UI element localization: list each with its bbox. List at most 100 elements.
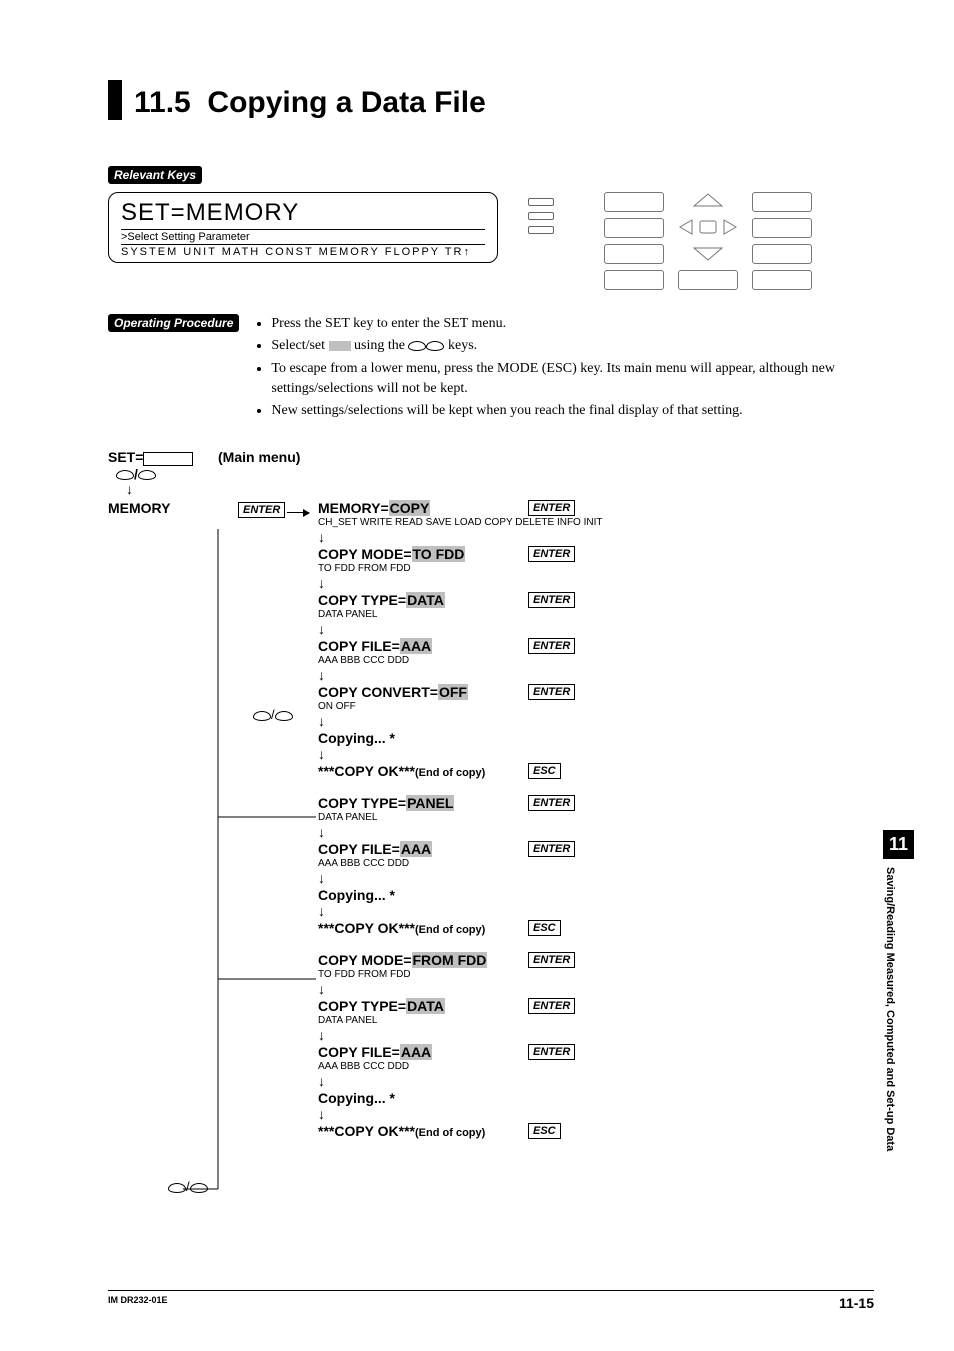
flow-step-options: CH_SET WRITE READ SAVE LOAD COPY DELETE …: [318, 517, 874, 529]
flow-step-main: Copying... *: [318, 887, 874, 903]
flow-step: COPY FILE=AAAAAA BBB CCC DDDENTER ↓: [318, 638, 874, 682]
down-arrow-icon: ↓: [318, 871, 874, 885]
up-down-keys-icon: /: [253, 707, 293, 722]
flow-step: ***COPY OK***(End of copy)ESC: [318, 920, 874, 936]
up-down-keys-icon: /: [168, 1179, 208, 1194]
highlight-chip-icon: [329, 341, 351, 351]
flow-step: ***COPY OK***(End of copy)ESC: [318, 1123, 874, 1139]
esc-key-icon: ESC: [528, 920, 561, 936]
flow-step-options: ON OFF: [318, 701, 874, 713]
flow-step-main: COPY FILE=AAA: [318, 1044, 874, 1060]
bullet-item: To escape from a lower menu, press the M…: [271, 359, 874, 400]
flow-step: COPY TYPE=PANELDATA PANELENTER ↓: [318, 795, 874, 839]
flow-step-options: AAA BBB CCC DDD: [318, 1061, 874, 1073]
down-arrow-icon: ↓: [318, 576, 874, 590]
flow-step-main: ***COPY OK***(End of copy): [318, 1123, 874, 1139]
flow-step-main: COPY TYPE=DATA: [318, 998, 874, 1014]
enter-key-icon: ENTER: [528, 638, 575, 654]
chapter-number: 11: [883, 830, 914, 859]
section-title-bar: 11.5 Copying a Data File: [108, 80, 874, 120]
down-arrow-icon: ↓: [318, 1028, 874, 1042]
enter-key-icon: ENTER: [528, 841, 575, 857]
flow-step-options: DATA PANEL: [318, 1015, 874, 1027]
enter-key-icon: ENTER: [528, 795, 575, 811]
softkey-icon: [528, 226, 554, 234]
bullet-text: using the: [354, 338, 408, 353]
section-number: 11.5: [134, 86, 191, 119]
footer-left: IM DR232-01E: [108, 1295, 168, 1311]
flow-step-options: DATA PANEL: [318, 609, 874, 621]
key-icon: [752, 244, 812, 264]
flow-step-options: AAA BBB CCC DDD: [318, 655, 874, 667]
operating-procedure-label: Operating Procedure: [108, 314, 239, 332]
chapter-side-tab: 11 Saving/Reading Measured, Computed and…: [883, 830, 914, 1151]
procedure-bullets: Press the SET key to enter the SET menu.…: [255, 314, 874, 423]
input-box-icon: [143, 452, 193, 466]
down-arrow-icon: /: [116, 467, 874, 481]
down-arrow-icon: ↓: [318, 904, 874, 918]
flow-step-main: COPY TYPE=PANEL: [318, 795, 874, 811]
menu-flow-diagram: SET= (Main menu) / ↓ MEMORY ENTER / /: [108, 449, 874, 1138]
flow-step-main: ***COPY OK***(End of copy): [318, 920, 874, 936]
flow-step-options: TO FDD FROM FDD: [318, 969, 874, 981]
flow-step-options: AAA BBB CCC DDD: [318, 858, 874, 870]
up-key-icon: [116, 470, 134, 480]
bullet-item: New settings/selections will be kept whe…: [271, 401, 874, 421]
flow-step-main: COPY MODE=TO FDD: [318, 546, 874, 562]
down-arrow-icon: ↓: [318, 747, 874, 761]
flow-step-options: DATA PANEL: [318, 812, 874, 824]
flow-step-options: TO FDD FROM FDD: [318, 563, 874, 575]
softkey-column: [528, 198, 554, 234]
down-arrow-icon: ↓: [318, 1074, 874, 1088]
page-footer: IM DR232-01E 11-15: [108, 1290, 874, 1311]
flow-step-main: COPY CONVERT=OFF: [318, 684, 874, 700]
key-icon: [752, 218, 812, 238]
esc-key-icon: ESC: [528, 763, 561, 779]
bullet-text: keys.: [448, 338, 477, 353]
relevant-keys-label: Relevant Keys: [108, 166, 202, 184]
lcd-main-line: SET=MEMORY: [121, 199, 485, 227]
key-icon: [604, 218, 664, 238]
up-key-icon: [408, 341, 426, 351]
operating-procedure-section: Operating Procedure Press the SET key to…: [108, 314, 874, 423]
down-arrow-icon: ↓: [318, 530, 874, 544]
flow-items-list: MEMORY=COPYCH_SET WRITE READ SAVE LOAD C…: [318, 500, 874, 1139]
flow-step: COPY FILE=AAAAAA BBB CCC DDDENTER ↓: [318, 841, 874, 885]
relevant-keys-section: Relevant Keys SET=MEMORY >Select Setting…: [108, 166, 874, 290]
flow-step: COPY FILE=AAAAAA BBB CCC DDDENTER↓: [318, 1044, 874, 1088]
flow-step-main: COPY FILE=AAA: [318, 841, 874, 857]
key-icon: [604, 270, 664, 290]
bullet-item: Press the SET key to enter the SET menu.: [271, 314, 874, 334]
down-arrow-icon: ↓: [318, 982, 874, 996]
flow-step: COPY MODE=FROM FDDTO FDD FROM FDDENTER↓: [318, 952, 874, 996]
flow-step: COPY MODE=TO FDDTO FDD FROM FDDENTER ↓: [318, 546, 874, 590]
enter-key-icon: ENTER: [528, 592, 575, 608]
flow-step: COPY CONVERT=OFFON OFFENTER ↓: [318, 684, 874, 728]
enter-key-icon: ENTER: [528, 998, 575, 1014]
flow-step-main: ***COPY OK***(End of copy): [318, 763, 874, 779]
down-arrow-icon: ↓: [126, 482, 874, 496]
flow-step-main: Copying... *: [318, 730, 874, 746]
flow-step-main: Copying... *: [318, 1090, 874, 1106]
enter-key-icon: ENTER: [238, 502, 285, 518]
down-arrow-icon: ↓: [318, 825, 874, 839]
dpad-down-icon: [678, 244, 738, 264]
bullet-text: Press the SET key to enter the SET menu.: [271, 316, 506, 331]
down-arrow-icon: ↓: [318, 622, 874, 636]
lcd-sub-line: >Select Setting Parameter: [121, 229, 485, 245]
flow-step-main: COPY FILE=AAA: [318, 638, 874, 654]
dpad-up-icon: [678, 192, 738, 212]
down-key-icon: [138, 470, 156, 480]
flow-step-main: COPY TYPE=DATA: [318, 592, 874, 608]
page-number: 11-15: [839, 1295, 874, 1311]
set-label: SET=: [108, 449, 143, 465]
enter-key-icon: ENTER: [528, 684, 575, 700]
enter-key-icon: ENTER: [528, 546, 575, 562]
enter-key-icon: ENTER: [528, 500, 575, 516]
title-block-decoration: [108, 80, 122, 120]
key-icon: [752, 192, 812, 212]
keypad-diagram: [604, 192, 812, 290]
down-arrow-icon: ↓: [318, 668, 874, 682]
flow-step: Copying... *↓: [318, 730, 874, 761]
down-arrow-icon: ↓: [318, 714, 874, 728]
